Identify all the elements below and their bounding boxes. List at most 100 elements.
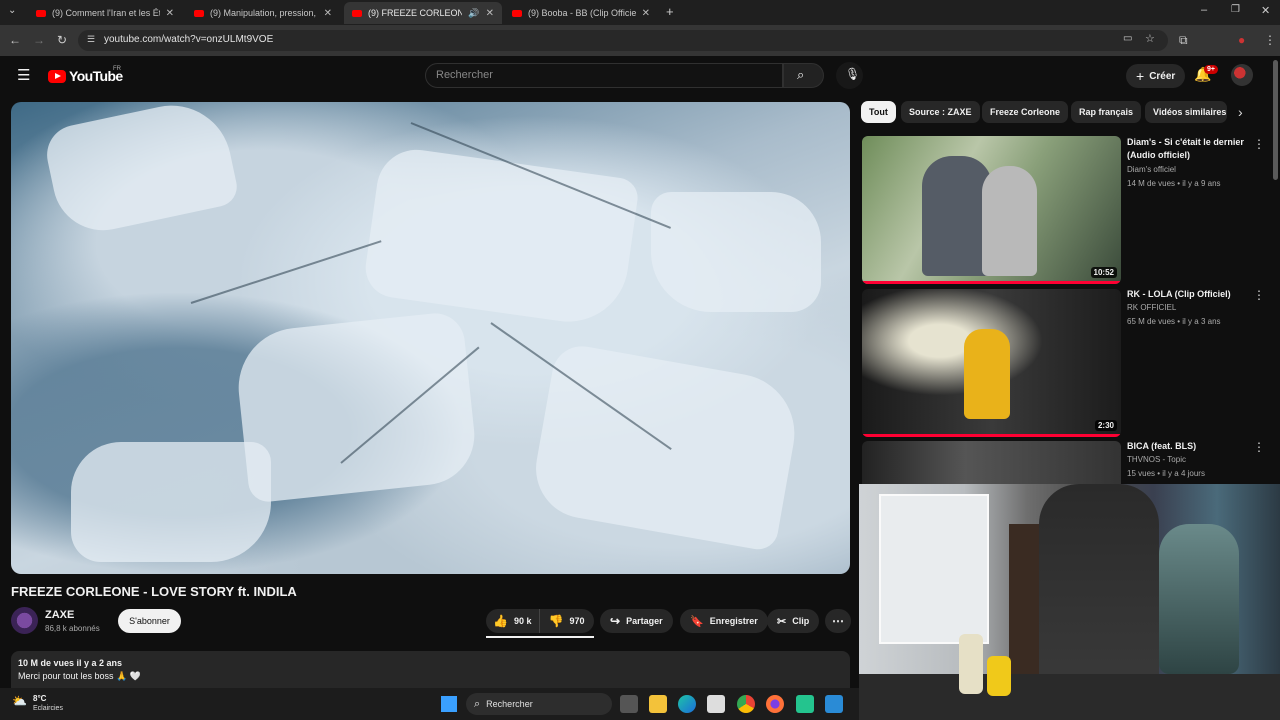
thumbnail-figure [982,166,1037,276]
firefox-browser-icon[interactable] [766,695,784,713]
chip-videos-similaires[interactable]: Vidéos similaires [1145,101,1227,123]
dislike-count: 970 [569,616,585,626]
more-actions-button[interactable]: ⋯ [825,609,851,633]
search-button[interactable]: ⌕ [783,63,824,88]
recommendation-meta: 65 M de vues • il y a 3 ans [1127,317,1221,326]
video-title: FREEZE CORLEONE - LOVE STORY ft. INDILA [11,584,297,599]
chevron-right-icon[interactable]: › [1238,104,1243,120]
weather-icon[interactable]: ⛅ [12,694,27,708]
site-info-icon[interactable]: ☰ [87,34,95,45]
save-button[interactable]: 🔖 Enregistrer [680,609,768,633]
account-avatar[interactable] [1231,64,1253,86]
dislike-button[interactable]: 👎 970 [540,609,592,633]
recommendation-title[interactable]: RK - LOLA (Clip Officiel) [1127,288,1245,301]
ice-floe [71,442,271,562]
clip-label: Clip [792,616,810,626]
views-and-age: 10 M de vues il y a 2 ans [18,658,123,668]
channel-avatar[interactable] [11,607,38,634]
chip-tout[interactable]: Tout [861,101,896,123]
speaker-icon[interactable]: 🔊 [468,8,479,19]
subscribe-button[interactable]: S'abonner [118,609,181,633]
ice-crack [190,240,382,304]
search-input[interactable]: Rechercher [425,63,783,88]
recommendation-thumbnail[interactable] [862,441,1121,484]
new-tab-icon[interactable]: + [666,4,674,19]
chip-source[interactable]: Source : ZAXE [901,101,980,123]
close-tab-icon[interactable]: ✕ [324,8,332,19]
recommendation-meta: 15 vues • il y a 4 jours [1127,469,1205,478]
recommendation-channel[interactable]: Diam's officiel [1127,165,1176,174]
browser-toolbar: ← → ↻ ☰ youtube.com/watch?v=onzULMt9VOE … [0,25,1280,56]
chrome-browser-icon[interactable] [737,695,755,713]
description-text: Merci pour tout les boss 🙏 🤍 [18,671,141,681]
like-button[interactable]: 👍 90 k [486,609,541,633]
video-player[interactable] [11,102,850,574]
share-button[interactable]: ↪ Partager [600,609,673,633]
task-view-icon[interactable] [620,695,638,713]
browser-tab-3-active[interactable]: (9) FREEZE CORLEONE - LO 🔊 ✕ [344,2,502,24]
pinned-app-icon[interactable] [825,695,843,713]
cast-icon[interactable]: ▭ [1123,33,1132,44]
recommendation-meta: 14 M de vues • il y a 9 ans [1127,179,1221,188]
create-button[interactable]: + Créer [1126,64,1186,88]
profile-icon[interactable]: ● [1238,33,1245,47]
video-duration: 10:52 [1090,267,1117,278]
windows-start-icon[interactable] [441,696,457,712]
edge-browser-icon[interactable] [678,695,696,713]
back-icon[interactable]: ← [9,33,21,47]
recommendation-channel[interactable]: THVNOS - Topic [1127,455,1186,464]
thumbs-up-icon: 👍 [493,614,508,628]
voice-search-button[interactable]: 🎙 [836,62,863,89]
close-tab-icon[interactable]: ✕ [166,8,174,19]
bookmark-icon: 🔖 [690,615,704,628]
webcam-overlay [859,484,1280,720]
close-tab-icon[interactable]: ✕ [486,8,494,19]
chip-rap-francais[interactable]: Rap français [1071,101,1142,123]
browser-tab-2[interactable]: (9) Manipulation, pression, vers ✕ [186,2,340,24]
browser-tab-4[interactable]: (9) Booba - BB (Clip Officiel) - Y ✕ [504,2,658,24]
hamburger-menu-icon[interactable]: ☰ [17,66,30,84]
browser-tab-1[interactable]: (9) Comment l'Iran et les États- ✕ [28,2,182,24]
like-count: 90 k [513,616,532,626]
weather-temperature: 8°C [33,694,47,703]
address-bar[interactable]: ☰ youtube.com/watch?v=onzULMt9VOE ▭ ☆ [78,30,1168,51]
recommendation-thumbnail[interactable]: 2:30 [862,289,1121,437]
reload-icon[interactable]: ↻ [57,33,67,47]
youtube-favicon-icon [512,9,522,17]
more-options-icon[interactable]: ⋮ [1253,137,1265,151]
recommendation-title[interactable]: BICA (feat. BLS) [1127,440,1245,453]
file-explorer-icon[interactable] [649,695,667,713]
streaming-app-icon[interactable] [796,695,814,713]
search-icon: ⌕ [474,697,481,710]
recommendation-title[interactable]: Diam's - Si c'était le dernier (Audio of… [1127,136,1245,162]
more-options-icon[interactable]: ⋮ [1253,440,1265,454]
recommendation-thumbnail[interactable]: 10:52 [862,136,1121,284]
close-tab-icon[interactable]: ✕ [642,8,650,19]
webcam-window [879,494,989,644]
create-label: Créer [1149,70,1176,82]
extensions-icon[interactable]: ⧉ [1179,33,1188,48]
clip-button[interactable]: ✂ Clip [767,609,820,633]
bookmark-star-icon[interactable]: ☆ [1145,32,1155,45]
maximize-icon[interactable]: ❐ [1231,4,1240,15]
microphone-icon: 🎙 [845,67,861,81]
webcam-figurine [1159,524,1239,674]
subscriber-count: 86,8 k abonnés [45,624,100,633]
more-horizontal-icon: ⋯ [832,614,844,628]
more-options-icon[interactable]: ⋮ [1253,288,1265,302]
page-scrollbar[interactable] [1273,60,1278,180]
tab-list-icon[interactable]: ⌄ [8,5,16,16]
microsoft-store-icon[interactable] [707,695,725,713]
browser-menu-icon[interactable]: ⋮ [1264,33,1276,47]
minimize-icon[interactable]: – [1201,4,1207,16]
channel-name[interactable]: ZAXE [45,609,74,621]
youtube-logo[interactable]: YouTube [48,68,123,84]
tab-title: (9) Comment l'Iran et les États- [52,8,160,18]
recommendation-channel[interactable]: RK OFFICIEL [1127,303,1176,312]
chip-freeze-corleone[interactable]: Freeze Corleone [982,101,1069,123]
youtube-play-icon [48,69,66,83]
forward-icon[interactable]: → [33,33,45,47]
taskbar-search[interactable]: ⌕ Rechercher [466,693,612,715]
close-window-icon[interactable]: ✕ [1261,4,1270,17]
browser-tab-bar: ⌄ (9) Comment l'Iran et les États- ✕ (9)… [0,0,1280,25]
